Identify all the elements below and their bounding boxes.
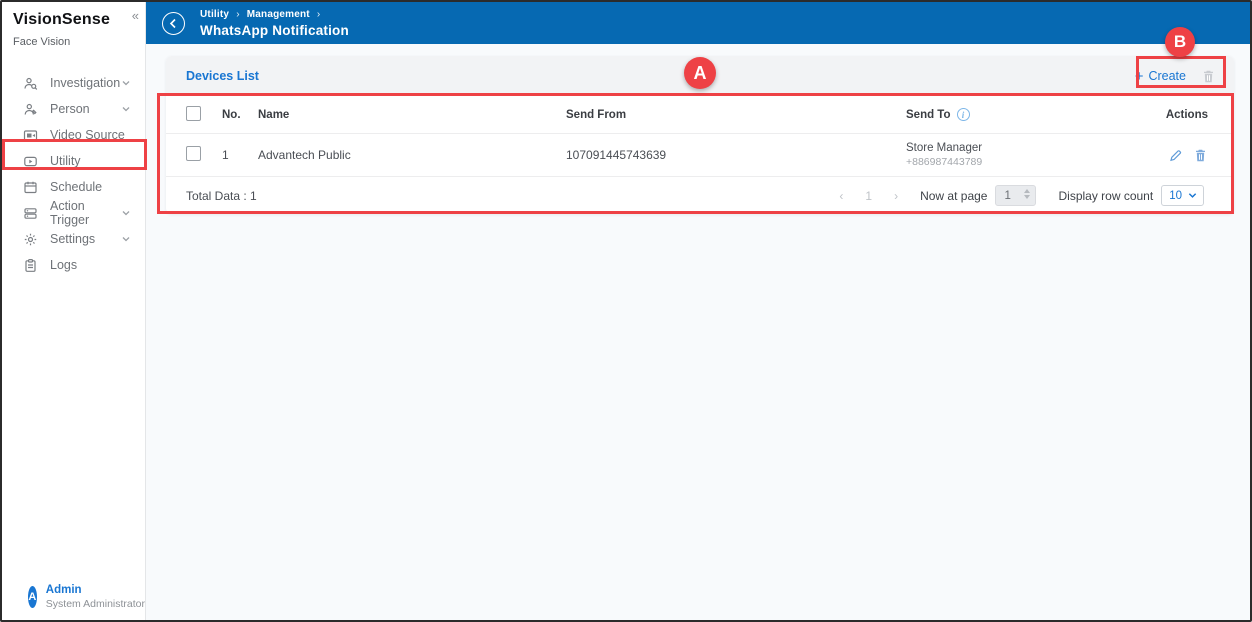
sidebar-nav: Investigation Person Video Source — [2, 70, 145, 278]
chevron-down-icon — [121, 208, 131, 218]
display-row-count-label: Display row count — [1058, 189, 1153, 203]
column-header-actions: Actions — [1114, 109, 1234, 121]
row-count-value: 10 — [1169, 190, 1182, 202]
cell-send-to-phone: +886987443789 — [906, 156, 982, 168]
create-button[interactable]: + Create — [1135, 69, 1186, 84]
person-icon — [23, 102, 38, 117]
column-header-send-from: Send From — [566, 109, 906, 121]
prev-page-button[interactable]: ‹ — [839, 189, 843, 203]
sidebar-item-action-trigger[interactable]: Action Trigger — [2, 200, 145, 226]
chevron-down-icon — [1188, 191, 1197, 200]
sidebar-item-label: Logs — [50, 258, 145, 272]
delete-icon[interactable] — [1193, 148, 1208, 163]
user-profile[interactable]: A Admin System Administrator — [2, 584, 145, 610]
breadcrumb-item[interactable]: Utility — [200, 9, 229, 20]
logs-icon — [23, 258, 38, 273]
user-name: Admin — [46, 584, 145, 596]
user-role: System Administrator — [46, 598, 145, 610]
breadcrumb: Utility › Management › — [200, 9, 349, 20]
panel-header: Devices List + Create — [166, 56, 1234, 96]
sidebar-item-schedule[interactable]: Schedule — [2, 174, 145, 200]
page-number-value: 1 — [1004, 190, 1010, 202]
now-at-page-label: Now at page — [920, 189, 987, 203]
sidebar-item-label: Person — [50, 102, 121, 116]
column-header-no: No. — [222, 109, 258, 121]
sidebar-item-label: Settings — [50, 232, 121, 246]
devices-panel: Devices List + Create No. Name — [166, 56, 1234, 214]
chevron-down-icon — [121, 104, 131, 114]
gear-icon — [23, 232, 38, 247]
sidebar-item-video-source[interactable]: Video Source — [2, 122, 145, 148]
sidebar-item-label: Investigation — [50, 76, 121, 90]
chevron-down-icon — [121, 234, 131, 244]
cell-name: Advantech Public — [258, 148, 566, 162]
video-icon — [23, 128, 38, 143]
sidebar-item-label: Utility — [50, 154, 145, 168]
cell-send-to-name: Store Manager — [906, 142, 982, 154]
app-window: VisionSense « Face Vision Investigation … — [0, 0, 1252, 622]
panel-title: Devices List — [186, 69, 259, 83]
info-icon[interactable]: i — [957, 108, 970, 121]
row-count-select[interactable]: 10 — [1161, 185, 1204, 206]
page-number[interactable]: 1 — [865, 189, 872, 203]
sidebar-item-person[interactable]: Person — [2, 96, 145, 122]
sidebar-item-label: Schedule — [50, 180, 145, 194]
breadcrumb-separator: › — [317, 9, 321, 20]
select-all-checkbox[interactable] — [186, 106, 201, 121]
page-title: WhatsApp Notification — [200, 23, 349, 38]
sidebar-item-utility[interactable]: Utility — [2, 148, 145, 174]
table-row: 1 Advantech Public 107091445743639 Store… — [166, 134, 1234, 177]
table-footer: Total Data : 1 ‹ 1 › Now at page 1 Displ… — [166, 177, 1234, 214]
pagination-controls: ‹ 1 › Now at page 1 Display row count 10 — [839, 185, 1204, 206]
main-area: Utility › Management › WhatsApp Notifica… — [146, 2, 1250, 620]
sidebar-item-label: Action Trigger — [50, 199, 121, 227]
breadcrumb-item[interactable]: Management — [247, 9, 310, 20]
sidebar-item-settings[interactable]: Settings — [2, 226, 145, 252]
chevron-down-icon — [121, 78, 131, 88]
row-checkbox[interactable] — [186, 146, 201, 161]
utility-icon — [23, 154, 38, 169]
cell-send-from: 107091445743639 — [566, 148, 906, 162]
bulk-delete-icon[interactable] — [1201, 69, 1216, 84]
spinner-icon — [1024, 189, 1030, 199]
sidebar-item-investigation[interactable]: Investigation — [2, 70, 145, 96]
column-header-name: Name — [258, 109, 566, 121]
avatar: A — [28, 586, 37, 608]
calendar-icon — [23, 180, 38, 195]
panel-actions: + Create — [1135, 69, 1216, 84]
logo-block: VisionSense « Face Vision — [2, 2, 145, 48]
total-data-label: Total Data : 1 — [186, 189, 257, 203]
trigger-icon — [23, 206, 38, 221]
sidebar-item-logs[interactable]: Logs — [2, 252, 145, 278]
sidebar: VisionSense « Face Vision Investigation … — [2, 2, 146, 620]
plus-icon: + — [1135, 69, 1144, 84]
cell-no: 1 — [222, 148, 258, 162]
table-header-row: No. Name Send From Send To i Actions — [166, 96, 1234, 134]
breadcrumb-separator: › — [236, 9, 240, 20]
page-header: Utility › Management › WhatsApp Notifica… — [146, 2, 1250, 44]
app-logo: VisionSense — [13, 11, 145, 29]
app-subtitle: Face Vision — [13, 36, 145, 48]
sidebar-item-label: Video Source — [50, 128, 145, 142]
column-header-send-to: Send To — [906, 109, 951, 121]
next-page-button[interactable]: › — [894, 189, 898, 203]
sidebar-collapse-button[interactable]: « — [132, 9, 139, 22]
content-area: Devices List + Create No. Name — [146, 44, 1250, 620]
page-number-input[interactable]: 1 — [995, 185, 1036, 206]
back-button[interactable] — [162, 12, 185, 35]
create-button-label: Create — [1148, 69, 1186, 83]
edit-icon[interactable] — [1168, 148, 1183, 163]
person-search-icon — [23, 76, 38, 91]
